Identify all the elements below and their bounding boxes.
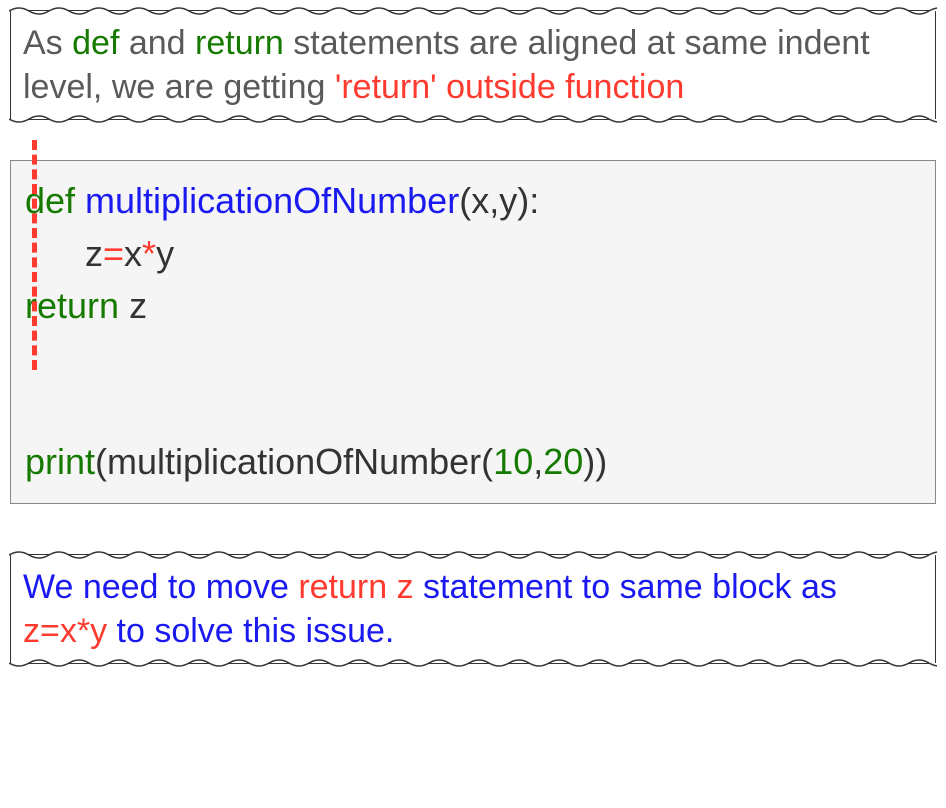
text-fragment: We need to move: [23, 568, 298, 606]
tok-var: z: [129, 285, 147, 326]
tok-num: 20: [543, 441, 583, 482]
tok-var: x: [124, 233, 142, 274]
code-reference: return z: [298, 568, 413, 606]
tok-paren: )): [583, 441, 607, 482]
tok-call: multiplicationOfNumber: [107, 441, 481, 482]
tok-star: *: [142, 233, 156, 274]
tok-var: y: [156, 233, 174, 274]
bottom-callout-box: We need to move return z statement to sa…: [10, 554, 936, 664]
code-reference: z=x*y: [23, 612, 107, 650]
code-block: def multiplicationOfNumber(x,y): z=x*y r…: [10, 160, 936, 503]
tok-paren: (: [481, 441, 493, 482]
top-callout-box: As def and return statements are aligned…: [10, 10, 936, 120]
keyword-def: def: [72, 24, 119, 62]
indent-guide-line: [32, 140, 37, 370]
tok-comma: ,: [533, 441, 543, 482]
text-fragment: and: [119, 24, 195, 62]
tok-print: print: [25, 441, 95, 482]
text-fragment: to solve this issue.: [107, 612, 394, 650]
tok-num: 10: [493, 441, 533, 482]
tok-paren: (: [459, 180, 471, 221]
error-text: 'return' outside function: [335, 68, 684, 106]
text-fragment: As: [23, 24, 72, 62]
tok-eq: =: [103, 233, 124, 274]
tok-space: [119, 285, 129, 326]
tok-funcname: multiplicationOfNumber: [75, 180, 459, 221]
code-wrap: def multiplicationOfNumber(x,y): z=x*y r…: [10, 160, 936, 503]
keyword-return: return: [195, 24, 284, 62]
text-fragment: statement to same block as: [414, 568, 837, 606]
tok-args: x,y: [471, 180, 517, 221]
tok-paren: ):: [517, 180, 539, 221]
tok-paren: (: [95, 441, 107, 482]
tok-var: z: [85, 233, 103, 274]
tok-return: return: [25, 285, 119, 326]
